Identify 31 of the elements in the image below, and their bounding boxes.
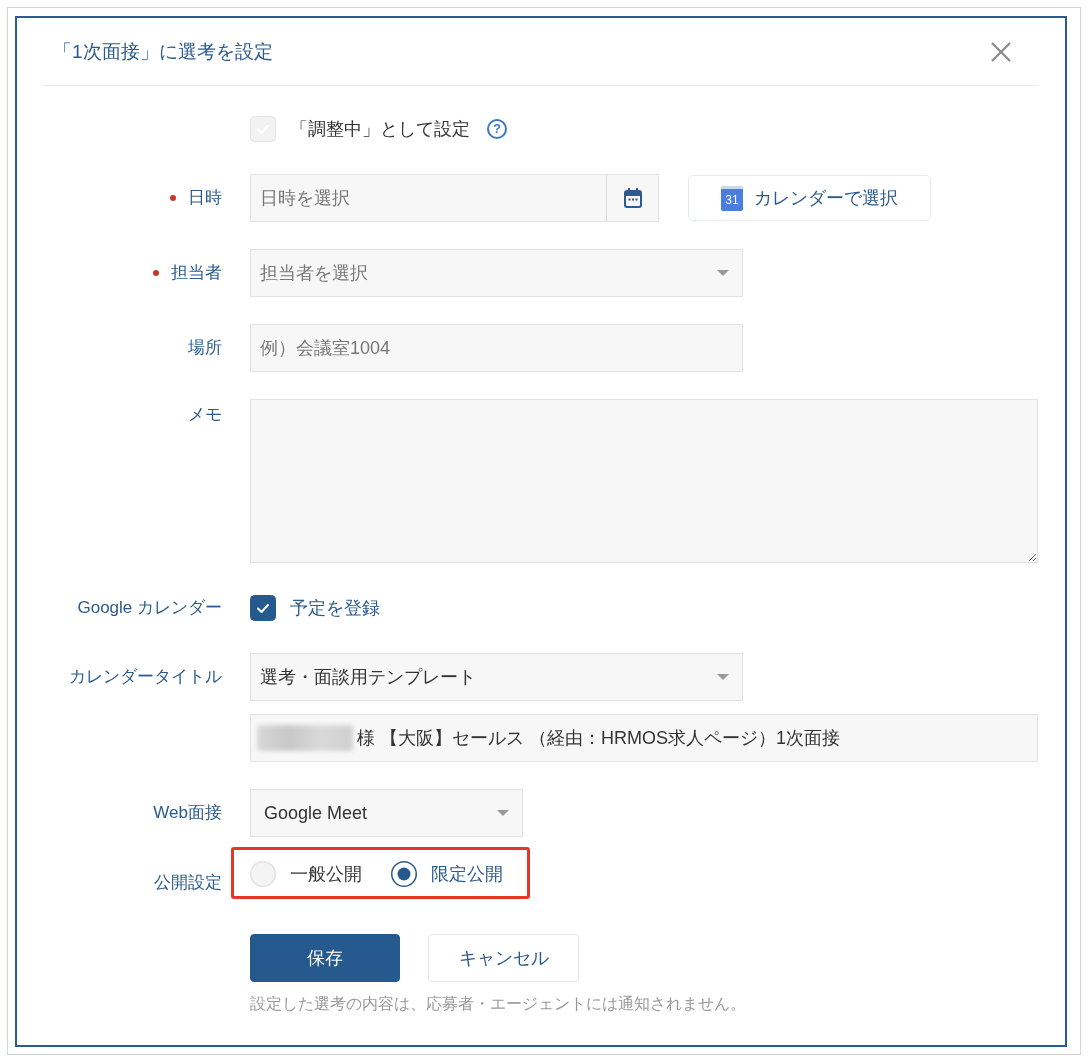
notice-text: 設定した選考の内容は、応募者・エージェントには通知されません。 xyxy=(250,994,747,1014)
radio-label[interactable]: 限定公開 xyxy=(431,862,503,886)
checkbox-label[interactable]: 予定を登録 xyxy=(290,596,380,620)
save-button[interactable]: 保存 xyxy=(250,934,400,982)
checkbox[interactable] xyxy=(250,595,276,621)
caret-icon xyxy=(497,810,509,816)
field-label: カレンダータイトル xyxy=(69,667,222,687)
radio-button[interactable] xyxy=(391,861,417,887)
field-label: 担当者 xyxy=(171,263,222,283)
dialog-title: 「1次面接」に選考を設定 xyxy=(53,39,273,64)
field-label: 場所 xyxy=(188,338,222,358)
template-dropdown[interactable]: 選考・面談用テンプレート xyxy=(250,653,743,701)
dropdown-select[interactable]: 担当者を選択 xyxy=(250,249,743,297)
calendar-picker-button[interactable] xyxy=(606,174,659,222)
datetime-input[interactable]: 日時を選択 xyxy=(250,174,607,222)
calendar-title-field[interactable]: 様 【大阪】セールス （経由：HRMOS求人ページ）1次面接 xyxy=(250,714,1038,762)
cancel-button[interactable]: キャンセル xyxy=(428,934,579,982)
close-icon[interactable] xyxy=(991,41,1011,62)
caret-icon xyxy=(717,270,729,276)
field-label: Google カレンダー xyxy=(77,598,222,618)
radio-label[interactable]: 一般公開 xyxy=(290,862,362,886)
calendar-select-button[interactable]: 31 カレンダーで選択 xyxy=(688,175,931,221)
location-input[interactable]: 例）会議室1004 xyxy=(250,324,743,372)
field-label: 公開設定 xyxy=(154,873,222,893)
dropdown-select[interactable]: Google Meet xyxy=(250,789,523,837)
field-label: Web面接 xyxy=(153,803,222,823)
calendar-icon xyxy=(623,188,642,208)
field-label: メモ xyxy=(188,405,222,425)
caret-icon xyxy=(717,674,729,680)
calendar-date-icon: 31 xyxy=(721,185,743,211)
field-label: 日時 xyxy=(188,188,222,208)
